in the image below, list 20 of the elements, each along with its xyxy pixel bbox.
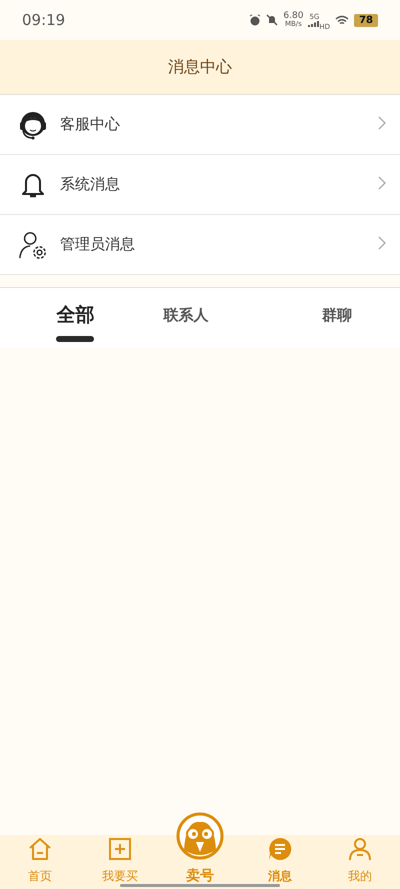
page-title: 消息中心 bbox=[168, 56, 232, 78]
home-icon bbox=[27, 836, 53, 862]
alarm-icon bbox=[249, 14, 262, 26]
status-time: 09:19 bbox=[22, 11, 66, 29]
network-speed: 6.80 bbox=[283, 12, 304, 21]
signal-icon bbox=[308, 20, 320, 26]
tab[interactable]: 群聊 bbox=[322, 302, 352, 328]
tab[interactable]: 联系人 bbox=[164, 302, 208, 328]
chevron-right-icon bbox=[378, 116, 386, 130]
chat-icon bbox=[267, 836, 293, 862]
muted-bell-icon bbox=[266, 14, 278, 26]
person-icon bbox=[347, 836, 373, 862]
wifi-icon bbox=[335, 14, 350, 26]
headset-icon bbox=[18, 110, 48, 140]
tab[interactable]: 全部 bbox=[56, 302, 94, 328]
plus-box-icon bbox=[107, 836, 133, 862]
owl-logo-icon bbox=[176, 812, 224, 860]
chevron-right-icon bbox=[378, 236, 386, 250]
battery-level: 78 bbox=[354, 14, 378, 26]
chevron-right-icon bbox=[378, 176, 386, 190]
